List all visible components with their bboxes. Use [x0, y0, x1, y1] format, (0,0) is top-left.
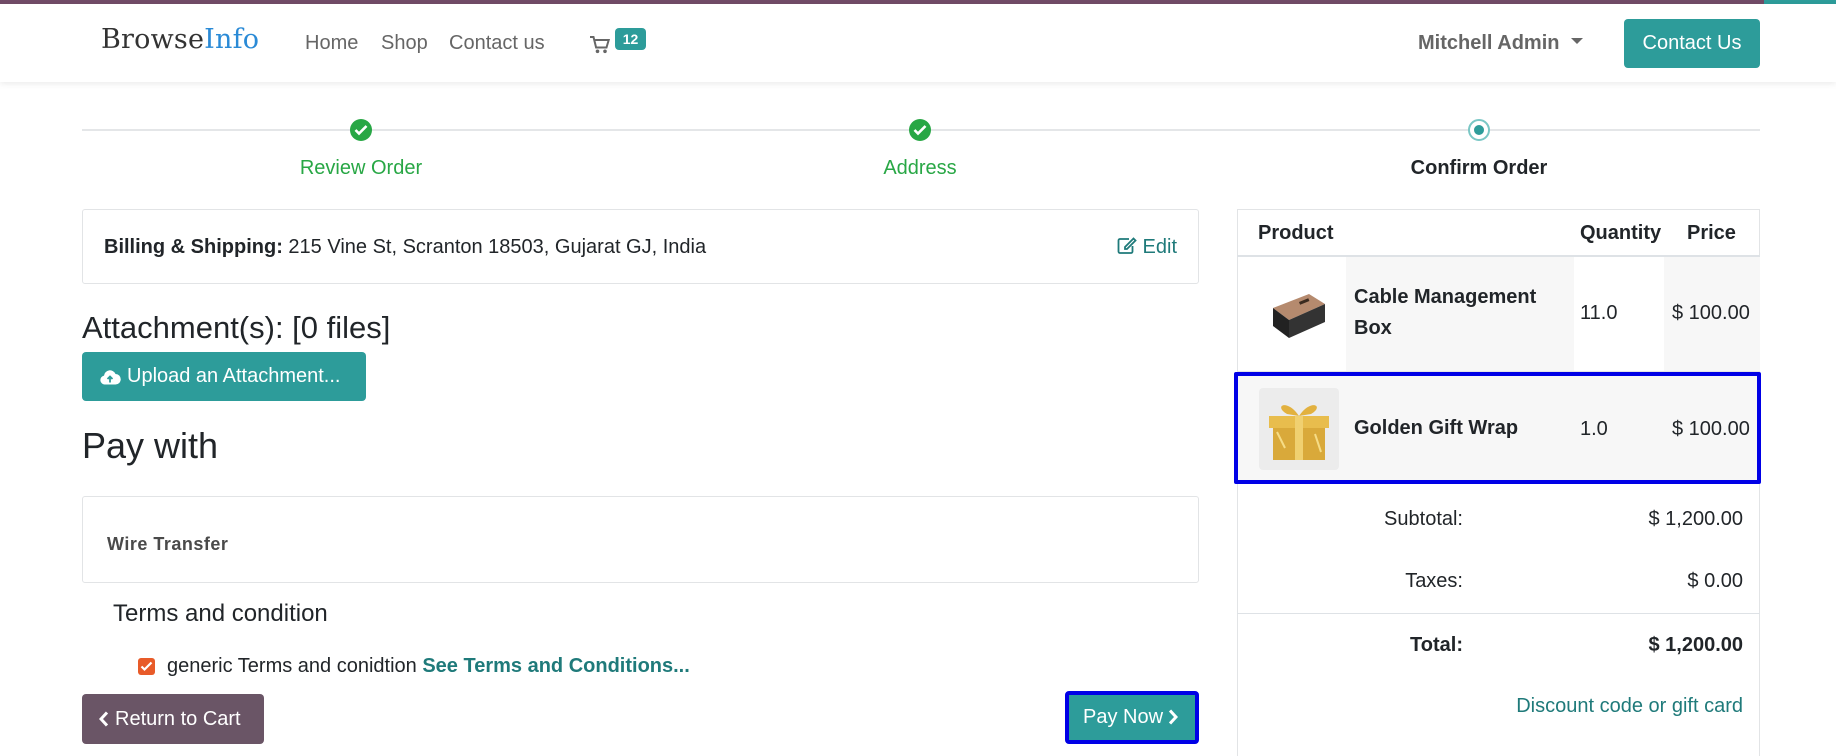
product-quantity-cable-box: 11.0	[1580, 302, 1618, 324]
edit-address-link[interactable]: Edit	[1117, 236, 1177, 259]
product-price-cable-box: $ 100.00	[1672, 302, 1750, 324]
product-price-gift-wrap: $ 100.00	[1672, 418, 1750, 440]
billing-shipping-card: Billing & Shipping: 215 Vine St, Scranto…	[82, 209, 1199, 284]
terms-title: Terms and condition	[113, 600, 328, 627]
billing-address-text: Billing & Shipping: 215 Vine St, Scranto…	[104, 236, 706, 259]
nav-link-contact[interactable]: Contact us	[449, 32, 545, 55]
upload-attachment-label: Upload an Attachment...	[127, 365, 341, 387]
product-image-gift-wrap	[1259, 388, 1339, 470]
chevron-left-icon	[98, 711, 109, 727]
pay-now-button[interactable]: Pay Now	[1069, 695, 1195, 740]
product-name-line2: Box	[1354, 317, 1392, 339]
terms-text: generic Terms and conidtion See Terms an…	[167, 655, 690, 678]
return-to-cart-button[interactable]: Return to Cart	[82, 694, 264, 744]
total-divider	[1237, 613, 1760, 614]
product-name-gift-wrap: Golden Gift Wrap	[1354, 417, 1519, 439]
user-menu-dropdown[interactable]: Mitchell Admin	[1418, 32, 1584, 55]
row-divider	[1237, 371, 1760, 372]
edit-label: Edit	[1142, 236, 1177, 258]
terms-checkbox[interactable]	[138, 658, 155, 675]
product-image-cable-box	[1259, 282, 1339, 346]
cart-button[interactable]: 12	[590, 28, 650, 62]
brand-logo-part1: Browse	[101, 24, 205, 55]
payment-method-label: Wire Transfer	[107, 534, 229, 554]
product-name-line1: Cable Management	[1354, 286, 1537, 308]
discount-code-link[interactable]: Discount code or gift card	[1516, 695, 1743, 718]
brand-logo-part2: Info	[204, 24, 260, 55]
edit-icon	[1117, 237, 1137, 254]
terms-description: generic Terms and conidtion	[167, 655, 423, 677]
checkmark-icon	[140, 661, 153, 672]
navbar: BrowseInfo Home Shop Contact us 12 Mitch…	[0, 4, 1836, 82]
step-review-order[interactable]: Review Order	[231, 157, 491, 180]
taxes-value: $ 0.00	[1687, 570, 1743, 592]
terms-conditions-link[interactable]: See Terms and Conditions...	[422, 655, 689, 677]
subtotal-value: $ 1,200.00	[1648, 508, 1743, 530]
column-header-price: Price	[1687, 222, 1736, 244]
pay-now-label: Pay Now	[1083, 706, 1164, 728]
billing-address: 215 Vine St, Scranton 18503, Gujarat GJ,…	[282, 236, 707, 258]
step-review-check-icon	[350, 119, 372, 141]
total-label: Total:	[1410, 634, 1463, 656]
cloud-upload-icon	[100, 370, 121, 385]
contact-us-button[interactable]: Contact Us	[1624, 19, 1760, 68]
shopping-cart-icon	[590, 36, 610, 54]
total-value: $ 1,200.00	[1648, 634, 1743, 656]
nav-link-shop[interactable]: Shop	[381, 32, 428, 55]
taxes-label: Taxes:	[1405, 570, 1463, 592]
product-name-cable-box: Cable Management Box	[1354, 282, 1536, 344]
chevron-right-icon	[1168, 709, 1179, 725]
step-address[interactable]: Address	[790, 157, 1050, 180]
nav-link-home[interactable]: Home	[305, 32, 358, 55]
subtotal-label: Subtotal:	[1384, 508, 1463, 530]
upload-attachment-button[interactable]: Upload an Attachment...	[82, 352, 366, 401]
step-confirm-current-icon	[1468, 119, 1490, 141]
pay-now-highlight: Pay Now	[1065, 691, 1199, 744]
return-to-cart-label: Return to Cart	[115, 708, 241, 730]
column-header-quantity: Quantity	[1580, 222, 1662, 244]
billing-label: Billing & Shipping:	[104, 236, 283, 258]
step-confirm-order: Confirm Order	[1410, 157, 1548, 179]
attachments-title: Attachment(s): [0 files]	[82, 310, 391, 345]
column-header-product: Product	[1258, 222, 1334, 244]
payment-method-option[interactable]: Wire Transfer	[82, 496, 1199, 583]
user-name: Mitchell Admin	[1418, 32, 1560, 54]
pay-with-title: Pay with	[82, 425, 219, 466]
product-quantity-gift-wrap: 1.0	[1580, 418, 1608, 440]
brand-logo[interactable]: BrowseInfo	[101, 24, 259, 55]
step-address-check-icon	[909, 119, 931, 141]
caret-down-icon	[1571, 37, 1584, 44]
cart-count-badge: 12	[615, 28, 646, 50]
